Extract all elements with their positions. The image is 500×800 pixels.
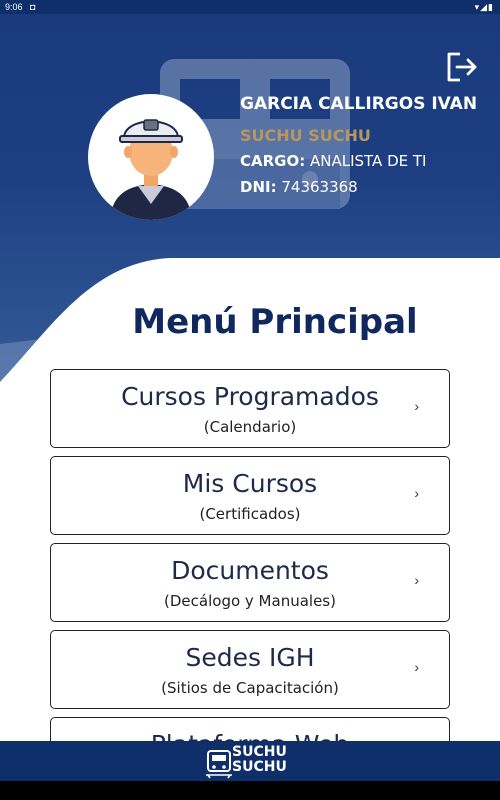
menu-item-subtitle: (Certificados)	[199, 505, 301, 523]
menu-item-documentos[interactable]: Documentos (Decálogo y Manuales) ›	[50, 543, 450, 622]
footer-logo-text: SUCHU SUCHU	[232, 745, 287, 775]
page-title: Menú Principal	[132, 302, 418, 342]
footer-logo-line2: SUCHU	[232, 759, 287, 775]
chevron-right-icon: ›	[414, 398, 419, 414]
user-dni: DNI: 74363368	[240, 174, 480, 200]
menu-item-mis-cursos[interactable]: Mis Cursos (Certificados) ›	[50, 456, 450, 535]
chevron-right-icon: ›	[414, 659, 419, 675]
dni-value: 74363368	[281, 178, 358, 196]
menu-item-subtitle: (Calendario)	[203, 418, 297, 436]
user-info: GARCIA CALLIRGOS IVAN SUCHU SUCHU CARGO:…	[240, 90, 480, 200]
logout-button[interactable]	[444, 50, 480, 84]
menu-item-cursos-programados[interactable]: Cursos Programados (Calendario) ›	[50, 369, 450, 448]
footer-logo-line1: SUCHU	[232, 744, 287, 760]
dni-label: DNI:	[240, 178, 277, 196]
cargo-label: CARGO:	[240, 152, 306, 170]
chevron-right-icon: ›	[414, 485, 419, 501]
system-navigation-bar	[0, 781, 500, 800]
chevron-right-icon: ›	[414, 572, 419, 588]
notification-icon: ◘	[30, 2, 36, 12]
logout-icon	[447, 52, 477, 82]
header-background	[0, 14, 500, 414]
miner-avatar-icon	[110, 119, 192, 220]
menu-item-title: Documentos	[171, 556, 329, 585]
menu-item-title: Mis Cursos	[182, 469, 318, 498]
menu-item-subtitle: (Sitios de Capacitación)	[161, 679, 339, 697]
menu-item-title: Cursos Programados	[121, 382, 379, 411]
status-bar: 9:06 ◘ ▾◢▮	[0, 0, 500, 14]
cargo-value: ANALISTA DE TI	[310, 152, 427, 170]
system-icons: ▾◢▮	[474, 2, 494, 12]
footer-bar: SUCHU SUCHU	[0, 741, 500, 781]
menu-item-sedes-igh[interactable]: Sedes IGH (Sitios de Capacitación) ›	[50, 630, 450, 709]
user-cargo: CARGO: ANALISTA DE TI	[240, 148, 480, 174]
user-company: SUCHU SUCHU	[240, 126, 371, 145]
status-time: 9:06	[5, 2, 23, 12]
user-name: GARCIA CALLIRGOS IVAN	[240, 94, 478, 114]
main-menu: Cursos Programados (Calendario) › Mis Cu…	[50, 369, 450, 800]
avatar	[88, 94, 214, 220]
menu-item-subtitle: (Decálogo y Manuales)	[164, 592, 336, 610]
menu-item-title: Sedes IGH	[185, 643, 315, 672]
